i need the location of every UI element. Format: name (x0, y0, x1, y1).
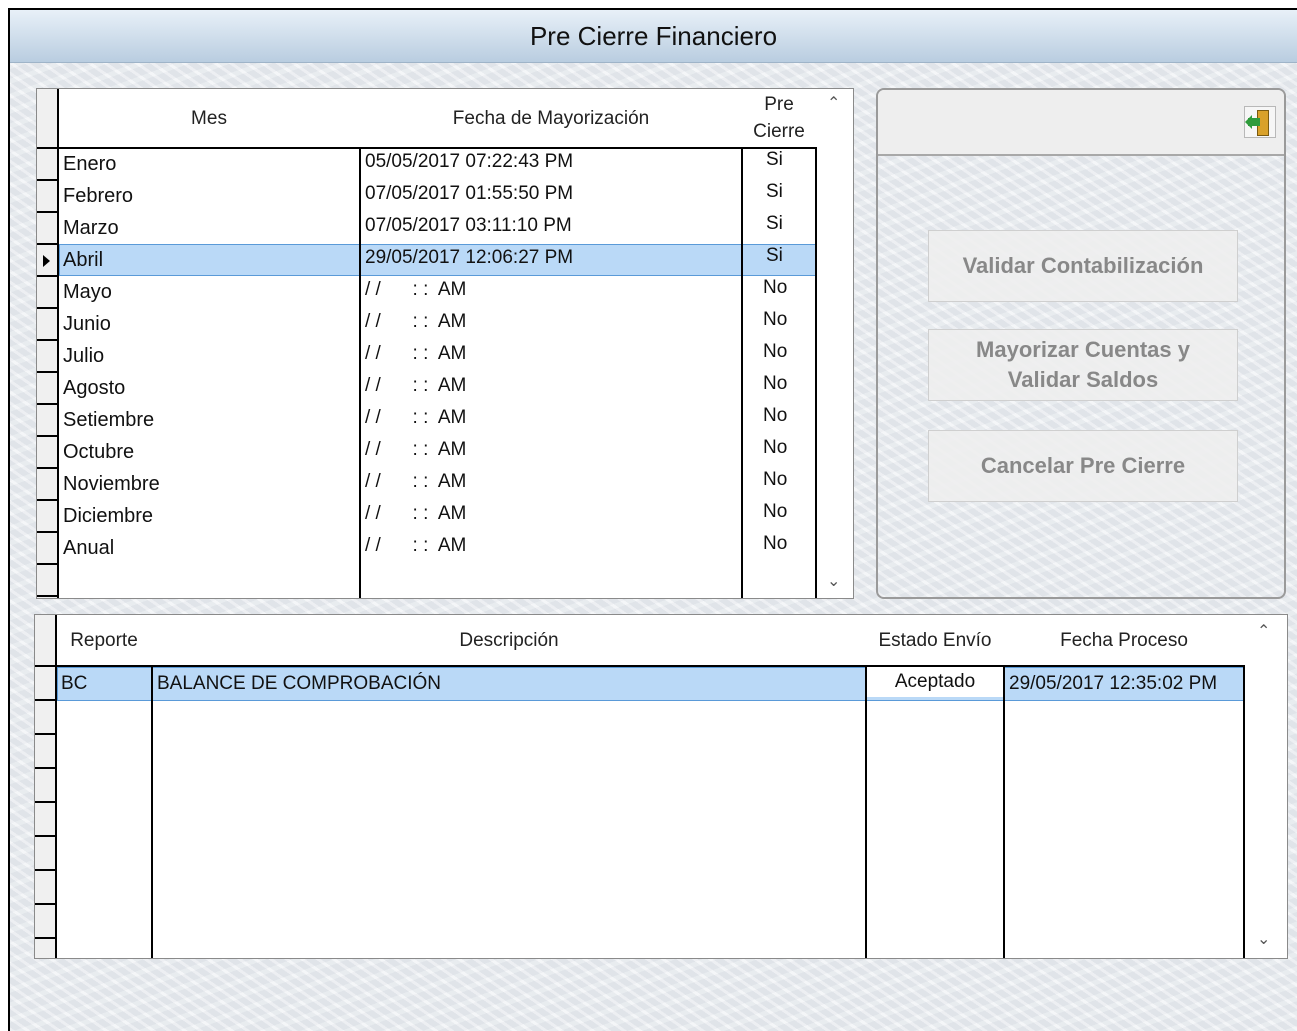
scroll-down-icon[interactable]: ⌄ (1257, 932, 1271, 948)
fecha-cell[interactable]: / / : : AM (365, 275, 466, 305)
mes-cell[interactable]: Febrero (63, 181, 133, 211)
fecha-cell[interactable]: 07/05/2017 03:11:10 PM (365, 211, 572, 241)
mes-cell[interactable]: Enero (63, 149, 116, 179)
fecha-cell[interactable]: / / : : AM (365, 499, 466, 529)
mes-cell[interactable]: Marzo (63, 213, 119, 243)
header-cierre-label: Cierre (753, 121, 805, 142)
fecha-cell-selected[interactable]: 29/05/2017 12:06:27 PM (365, 243, 573, 273)
header-fecha-mayorizacion[interactable]: Fecha de Mayorización (361, 89, 741, 147)
mes-cell[interactable]: Mayo (63, 277, 112, 307)
mayorizar-label-line2: Validar Saldos (1007, 367, 1159, 392)
descripcion-cell[interactable]: BALANCE DE COMPROBACIÓN (157, 669, 441, 699)
cancelar-pre-cierre-button[interactable]: Cancelar Pre Cierre (928, 430, 1238, 502)
pre-cierre-cell[interactable]: No (763, 497, 787, 527)
panel-toolbar (878, 90, 1284, 156)
mes-cell-selected[interactable]: Abril (63, 245, 103, 275)
fecha-cell[interactable]: / / : : AM (365, 403, 466, 433)
header-descripcion[interactable]: Descripción (153, 615, 865, 665)
fecha-cell[interactable]: / / : : AM (365, 307, 466, 337)
mes-cell[interactable]: Anual (63, 533, 114, 563)
mes-cell[interactable]: Julio (63, 341, 104, 371)
header-reporte[interactable]: Reporte (57, 615, 151, 665)
pre-cierre-cell[interactable]: No (763, 369, 787, 399)
exit-door-icon[interactable] (1244, 106, 1276, 138)
pre-cierre-cell[interactable]: No (763, 305, 787, 335)
header-pre-label: Pre (764, 94, 794, 115)
reports-row-selector-bar[interactable] (35, 615, 57, 958)
reports-grid[interactable]: Reporte Descripción Estado Envío Fecha P… (34, 614, 1288, 959)
fecha-cell[interactable]: / / : : AM (365, 467, 466, 497)
fecha-cell[interactable]: / / : : AM (365, 435, 466, 465)
header-estado-envio[interactable]: Estado Envío (867, 615, 1003, 665)
mayorizar-label-line1: Mayorizar Cuentas y (976, 337, 1190, 362)
fecha-cell[interactable]: / / : : AM (365, 339, 466, 369)
fecha-proceso-cell[interactable]: 29/05/2017 12:35:02 PM (1009, 669, 1217, 699)
pre-cierre-cell[interactable]: No (763, 465, 787, 495)
scroll-up-icon[interactable]: ⌃ (1257, 624, 1271, 640)
pre-cierre-cell[interactable]: No (763, 433, 787, 463)
reports-scrollbar[interactable]: ⌃ ⌄ (1247, 615, 1283, 958)
pre-cierre-cell[interactable]: Si (766, 177, 783, 207)
actions-panel: Validar Contabilización Mayorizar Cuenta… (876, 88, 1286, 599)
mes-cell[interactable]: Setiembre (63, 405, 154, 435)
mes-cell[interactable]: Octubre (63, 437, 134, 467)
months-scrollbar[interactable]: ⌃ ⌄ (817, 89, 853, 598)
current-row-arrow-icon (43, 255, 50, 267)
fecha-cell[interactable]: 07/05/2017 01:55:50 PM (365, 179, 573, 209)
header-mes[interactable]: Mes (59, 89, 359, 147)
fecha-cell[interactable]: / / : : AM (365, 531, 466, 561)
fecha-cell[interactable]: 05/05/2017 07:22:43 PM (365, 147, 573, 177)
months-row-selector-bar[interactable] (37, 89, 59, 598)
header-fecha-proceso[interactable]: Fecha Proceso (1005, 615, 1243, 665)
mes-cell[interactable]: Junio (63, 309, 111, 339)
mes-cell[interactable]: Noviembre (63, 469, 160, 499)
window-title: Pre Cierre Financiero (10, 10, 1297, 63)
pre-cierre-cell[interactable]: No (763, 401, 787, 431)
pre-cierre-cell[interactable]: No (763, 337, 787, 367)
scroll-up-icon[interactable]: ⌃ (827, 96, 841, 112)
pre-cierre-cell-selected[interactable]: Si (766, 241, 783, 271)
header-pre-cierre[interactable]: Pre Cierre (743, 89, 815, 147)
mes-cell[interactable]: Diciembre (63, 501, 153, 531)
fecha-cell[interactable]: / / : : AM (365, 371, 466, 401)
mayorizar-cuentas-button[interactable]: Mayorizar Cuentas y Validar Saldos (928, 329, 1238, 401)
pre-cierre-cell[interactable]: No (763, 529, 787, 559)
scroll-down-icon[interactable]: ⌄ (827, 574, 841, 590)
months-grid[interactable]: Mes Fecha de Mayorización Pre Cierre Ene… (36, 88, 854, 599)
mes-cell[interactable]: Agosto (63, 373, 125, 403)
pre-cierre-cell[interactable]: Si (766, 209, 783, 239)
pre-cierre-window: Pre Cierre Financiero Mes Fecha de Mayor… (8, 8, 1297, 1031)
estado-envio-cell[interactable]: Aceptado (867, 667, 1003, 697)
pre-cierre-cell[interactable]: No (763, 273, 787, 303)
pre-cierre-cell[interactable]: Si (766, 145, 783, 175)
validar-contabilizacion-button[interactable]: Validar Contabilización (928, 230, 1238, 302)
estado-envio-value: Aceptado (894, 671, 976, 692)
reporte-cell[interactable]: BC (61, 669, 87, 699)
